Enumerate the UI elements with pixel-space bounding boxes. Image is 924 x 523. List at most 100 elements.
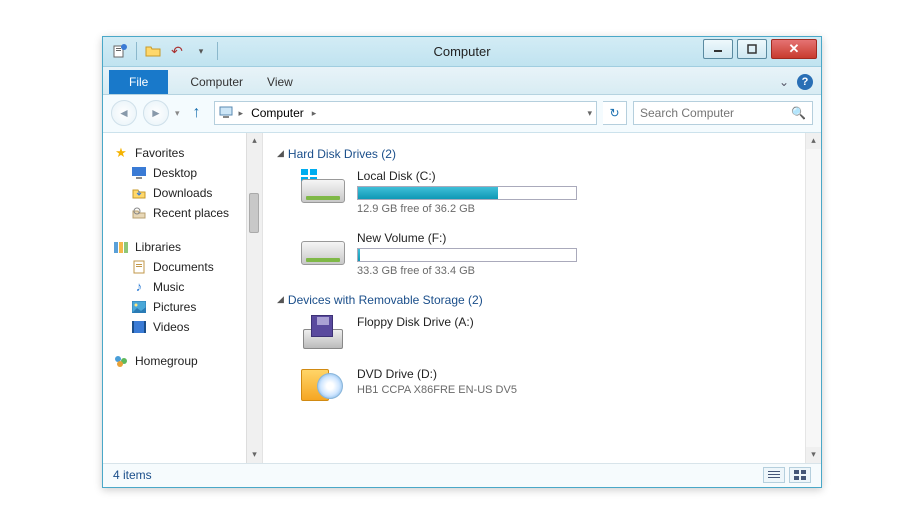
breadcrumb[interactable]: Computer [247,104,308,122]
scroll-down-icon[interactable]: ▾ [806,447,821,463]
navigation-bar: ◄ ► ▾ ↑ ▸ Computer ▸ ▾ ↻ 🔍 [103,95,821,133]
content-scrollbar[interactable]: ▴ ▾ [805,133,821,463]
sidebar-item-desktop[interactable]: Desktop [113,163,258,183]
scroll-up-icon[interactable]: ▴ [806,133,821,149]
sidebar-scrollbar[interactable]: ▴ ▾ [246,133,262,463]
undo-icon[interactable]: ↶ [166,40,188,62]
file-tab[interactable]: File [109,70,168,94]
group-title: Hard Disk Drives (2) [288,147,396,161]
quick-access-toolbar: ↶ ▾ [103,40,227,62]
status-bar: 4 items [103,463,821,487]
recent-locations-icon[interactable]: ▾ [175,108,180,119]
forward-button[interactable]: ► [143,100,169,126]
sidebar-item-recent-places[interactable]: Recent places [113,203,258,223]
sidebar-item-label: Downloads [153,186,212,200]
new-folder-icon[interactable] [142,40,164,62]
usage-bar [357,186,577,200]
group-header-hdd[interactable]: ◢ Hard Disk Drives (2) [277,147,815,161]
favorites-label: Favorites [135,146,184,160]
body: ★ Favorites Desktop Downloads Recent pla… [103,133,821,463]
group-header-removable[interactable]: ◢ Devices with Removable Storage (2) [277,293,815,307]
tiles-view-button[interactable] [789,467,811,483]
sidebar-item-label: Documents [153,260,214,274]
usage-text: 33.3 GB free of 33.4 GB [357,265,577,277]
usage-text: 12.9 GB free of 36.2 GB [357,203,577,215]
sidebar-item-music[interactable]: ♪ Music [113,277,258,297]
sidebar-item-label: Videos [153,320,189,334]
sidebar-item-label: Recent places [153,206,229,220]
pictures-icon [131,299,147,315]
drive-label: Local Disk (C:) [357,169,577,183]
drive-dvd-d[interactable]: DVD Drive (D:) HB1 CCPA X86FRE EN-US DV5 [301,367,815,403]
drive-label: Floppy Disk Drive (A:) [357,315,474,329]
collapse-icon[interactable]: ◢ [277,294,284,305]
sidebar-item-label: Pictures [153,300,196,314]
back-button[interactable]: ◄ [111,100,137,126]
floppy-icon [301,315,345,351]
homegroup-group: Homegroup [113,351,258,371]
close-button[interactable]: ✕ [771,39,817,59]
documents-icon [131,259,147,275]
drive-sublabel: HB1 CCPA X86FRE EN-US DV5 [357,384,517,396]
drive-local-disk-c[interactable]: Local Disk (C:) 12.9 GB free of 36.2 GB [301,169,815,215]
window-title: Computer [433,44,490,59]
sidebar-item-videos[interactable]: Videos [113,317,258,337]
usage-bar [357,248,577,262]
recent-icon [131,205,147,221]
collapse-icon[interactable]: ◢ [277,148,284,159]
address-bar[interactable]: ▸ Computer ▸ ▾ [214,101,597,125]
chevron-right-icon[interactable]: ▸ [312,108,317,119]
status-text: 4 items [113,468,152,482]
downloads-icon [131,185,147,201]
homegroup-header[interactable]: Homegroup [113,351,258,371]
drive-new-volume-f[interactable]: New Volume (F:) 33.3 GB free of 33.4 GB [301,231,815,277]
up-button[interactable]: ↑ [186,101,208,125]
search-icon: 🔍 [791,106,806,120]
group-title: Devices with Removable Storage (2) [288,293,483,307]
sidebar-item-pictures[interactable]: Pictures [113,297,258,317]
navigation-pane: ★ Favorites Desktop Downloads Recent pla… [103,133,263,463]
refresh-button[interactable]: ↻ [603,101,627,125]
sidebar-item-label: Desktop [153,166,197,180]
favorites-header[interactable]: ★ Favorites [113,143,258,163]
window-controls: ✕ [703,39,817,59]
help-icon[interactable]: ? [797,74,813,90]
properties-icon[interactable] [109,40,131,62]
drive-floppy-a[interactable]: Floppy Disk Drive (A:) [301,315,815,351]
libraries-icon [113,239,129,255]
tab-view[interactable]: View [255,70,305,94]
sidebar-item-documents[interactable]: Documents [113,257,258,277]
minimize-button[interactable] [703,39,733,59]
sidebar-item-label: Music [153,280,184,294]
sidebar-item-downloads[interactable]: Downloads [113,183,258,203]
view-toggles [763,467,811,483]
scroll-down-icon[interactable]: ▾ [247,447,262,463]
explorer-window: ↶ ▾ Computer ✕ File Computer View ⌄ ? ◄ … [102,36,822,488]
drive-label: New Volume (F:) [357,231,577,245]
hdd-icon [301,169,345,205]
ribbon-tabs: File Computer View ⌄ ? [103,67,821,95]
ribbon-expand-icon[interactable]: ⌄ [779,75,789,89]
favorites-group: ★ Favorites Desktop Downloads Recent pla… [113,143,258,223]
address-dropdown-icon[interactable]: ▾ [587,108,592,119]
tab-computer[interactable]: Computer [178,70,255,94]
chevron-right-icon[interactable]: ▸ [239,108,244,119]
title-bar: ↶ ▾ Computer ✕ [103,37,821,67]
scroll-up-icon[interactable]: ▴ [247,133,262,149]
content-pane: ◢ Hard Disk Drives (2) Local Disk (C:) 1… [263,133,821,463]
scrollbar-thumb[interactable] [249,193,259,233]
drive-label: DVD Drive (D:) [357,367,517,381]
homegroup-label: Homegroup [135,354,198,368]
homegroup-icon [113,353,129,369]
qat-dropdown-icon[interactable]: ▾ [190,40,212,62]
star-icon: ★ [113,145,129,161]
libraries-label: Libraries [135,240,181,254]
search-input[interactable] [640,106,806,120]
search-box[interactable]: 🔍 [633,101,813,125]
dvd-icon [301,367,345,403]
libraries-header[interactable]: Libraries [113,237,258,257]
computer-icon [219,105,235,121]
maximize-button[interactable] [737,39,767,59]
details-view-button[interactable] [763,467,785,483]
music-icon: ♪ [131,279,147,295]
